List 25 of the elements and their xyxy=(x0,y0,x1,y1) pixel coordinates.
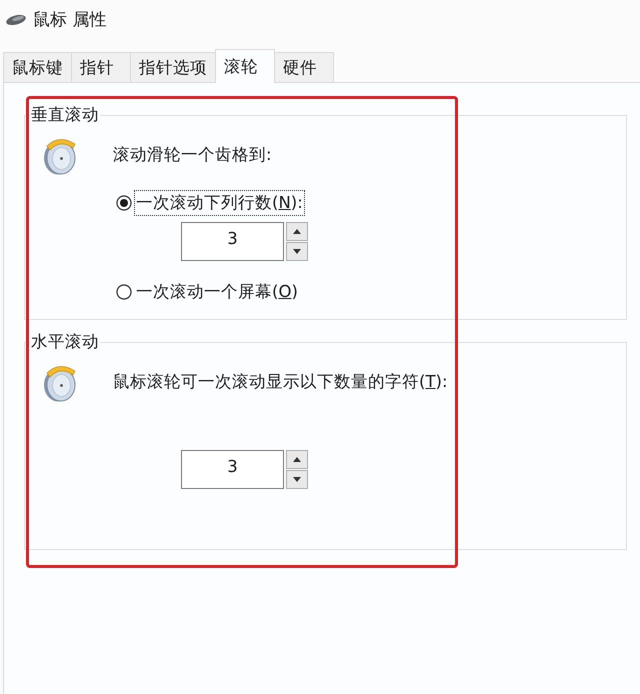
tab[interactable]: 滚轮 xyxy=(215,49,275,83)
mouse-icon xyxy=(5,13,27,27)
group-title: 水平滚动 xyxy=(30,332,100,352)
spin-up-button[interactable] xyxy=(286,222,308,241)
number-field[interactable]: 3 xyxy=(181,450,284,489)
window-title: 鼠标 属性 xyxy=(33,9,106,31)
spin-up-button[interactable] xyxy=(286,450,308,469)
radio-button[interactable] xyxy=(116,284,132,300)
spin-down-button[interactable] xyxy=(286,470,308,489)
tab[interactable]: 硬件 xyxy=(274,52,334,82)
spin-down-button[interactable] xyxy=(286,242,308,261)
tab[interactable]: 指针 xyxy=(71,52,131,82)
up-triangle-icon xyxy=(293,229,301,234)
prompt-text: 鼠标滚轮可一次滚动显示以下数量的字符(T): xyxy=(113,372,448,392)
radio-label[interactable]: 一次滚动下列行数(N): xyxy=(134,190,305,216)
tab[interactable]: 鼠标键 xyxy=(3,52,72,82)
radio-button[interactable] xyxy=(116,195,132,211)
down-triangle-icon xyxy=(293,249,301,254)
up-triangle-icon xyxy=(293,457,301,462)
down-triangle-icon xyxy=(293,477,301,482)
group-title: 垂直滚动 xyxy=(30,105,100,125)
prompt-text: 滚动滑轮一个齿格到: xyxy=(113,145,273,165)
number-field[interactable]: 3 xyxy=(181,222,284,261)
tab[interactable]: 指针选项 xyxy=(130,52,216,82)
radio-label[interactable]: 一次滚动一个屏幕(O) xyxy=(134,279,300,305)
